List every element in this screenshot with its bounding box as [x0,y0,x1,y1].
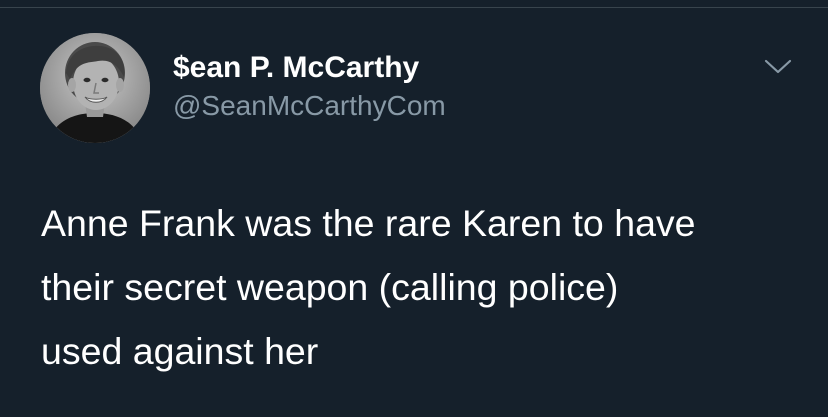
avatar-image [40,33,150,143]
avatar[interactable] [40,33,150,143]
tweet-card: $ean P. McCarthy @SeanMcCarthyCom Anne F… [0,0,828,417]
tweet-text: Anne Frank was the rare Karen to have th… [41,202,696,372]
chevron-down-icon[interactable] [760,52,796,80]
author-display-name[interactable]: $ean P. McCarthy [173,50,419,86]
author-handle[interactable]: @SeanMcCarthyCom [173,89,446,123]
